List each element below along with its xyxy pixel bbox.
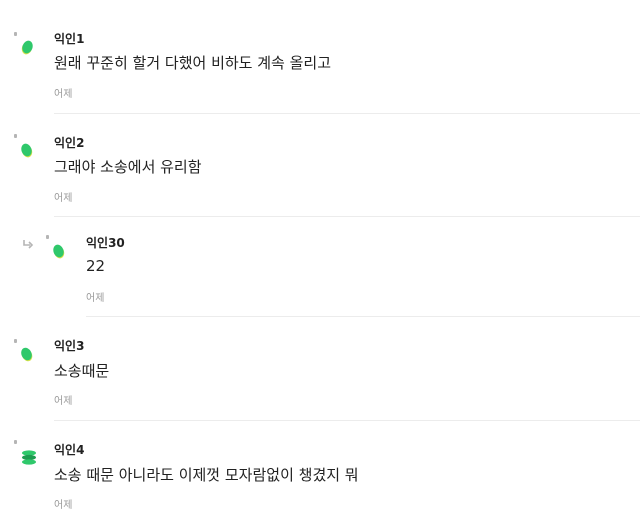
comment-item: 익인4 소송 때문 아니라도 이제껏 모자람없이 챙겼지 뭐 어제 bbox=[0, 421, 640, 521]
comment-thread: 익인1 원래 꾸준히 할거 다했어 비하도 계속 올리고 어제 익인2 그래야 … bbox=[0, 0, 640, 521]
green-leaf-icon bbox=[21, 142, 33, 158]
comment-text: 그래야 소송에서 유리함 bbox=[54, 158, 202, 176]
comment-text: 원래 꾸준히 할거 다했어 비하도 계속 올리고 bbox=[54, 54, 332, 72]
reply-item: 익인30 22 어제 bbox=[0, 217, 640, 317]
comment-time: 어제 bbox=[86, 293, 105, 304]
comment-author[interactable]: 익인2 bbox=[54, 134, 84, 151]
green-leaf-icon bbox=[21, 346, 33, 362]
comment-time: 어제 bbox=[54, 193, 73, 204]
comment-author[interactable]: 익인1 bbox=[54, 30, 84, 47]
reply-arrow-icon bbox=[22, 234, 34, 249]
avatar-dot bbox=[14, 32, 17, 36]
green-stack-icon bbox=[21, 449, 37, 465]
comment-item: 익인3 소송때문 어제 bbox=[0, 317, 640, 421]
comment-text: 22 bbox=[86, 257, 106, 275]
avatar-dot bbox=[14, 440, 17, 444]
comment-author[interactable]: 익인30 bbox=[86, 234, 125, 251]
comment-text: 소송 때문 아니라도 이제껏 모자람없이 챙겼지 뭐 bbox=[54, 466, 359, 484]
comment-time: 어제 bbox=[54, 500, 73, 511]
comment-item: 익인1 원래 꾸준히 할거 다했어 비하도 계속 올리고 어제 bbox=[0, 0, 640, 114]
comment-author[interactable]: 익인4 bbox=[54, 441, 84, 458]
avatar-dot bbox=[46, 235, 49, 239]
green-leaf-icon bbox=[21, 39, 33, 55]
comment-text: 소송때문 bbox=[54, 362, 110, 380]
comment-time: 어제 bbox=[54, 89, 73, 100]
avatar-dot bbox=[14, 339, 17, 343]
avatar-dot bbox=[14, 134, 17, 138]
green-leaf-icon bbox=[53, 243, 65, 259]
comment-item: 익인2 그래야 소송에서 유리함 어제 bbox=[0, 114, 640, 217]
comment-author[interactable]: 익인3 bbox=[54, 337, 84, 354]
comment-time: 어제 bbox=[54, 396, 73, 407]
